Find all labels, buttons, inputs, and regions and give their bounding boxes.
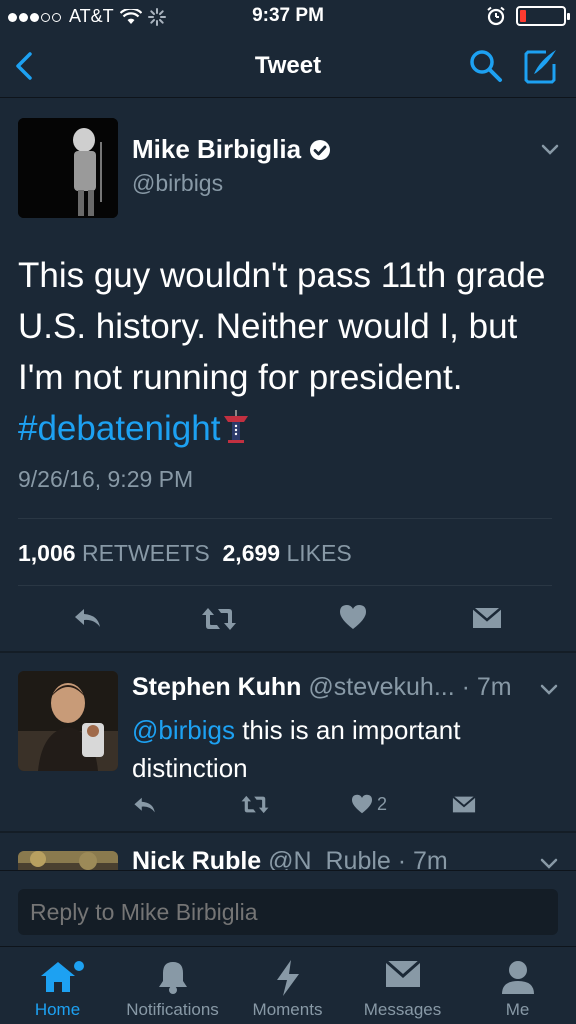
author-handle[interactable]: @birbigs bbox=[132, 170, 223, 197]
status-right bbox=[486, 6, 570, 26]
tab-messages[interactable]: Messages bbox=[345, 947, 460, 1024]
tab-label: Messages bbox=[363, 1000, 442, 1019]
author-name[interactable]: Mike Birbiglia bbox=[132, 134, 301, 165]
like-count[interactable]: 2,699 bbox=[223, 540, 281, 566]
mention-link[interactable]: @birbigs bbox=[132, 715, 235, 745]
search-icon[interactable] bbox=[468, 48, 504, 84]
podium-emoji-icon bbox=[224, 410, 249, 443]
compose-icon[interactable] bbox=[520, 46, 560, 86]
reply-author-name[interactable]: Nick Ruble bbox=[132, 847, 261, 870]
lightning-icon bbox=[276, 960, 299, 996]
reply-author-name[interactable]: Stephen Kuhn bbox=[132, 673, 301, 701]
retweet-label[interactable]: RETWEETS bbox=[82, 540, 210, 566]
tab-bar: Home Notifications Moments Messages Me bbox=[0, 946, 576, 1024]
tab-label: Moments bbox=[252, 1000, 323, 1019]
tweet-text: This guy wouldn't pass 11th grade U.S. h… bbox=[18, 250, 563, 454]
reply-handle-time[interactable]: @stevekuh... · 7m bbox=[308, 673, 511, 701]
tab-home[interactable]: Home bbox=[0, 947, 115, 1024]
reply-tweet[interactable]: Stephen Kuhn @stevekuh... · 7m @birbigs … bbox=[0, 653, 576, 831]
tab-me[interactable]: Me bbox=[460, 947, 575, 1024]
reply-input[interactable] bbox=[18, 889, 558, 935]
tab-label: Notifications bbox=[126, 1000, 219, 1019]
heart-icon[interactable] bbox=[351, 794, 373, 814]
chevron-down-icon[interactable] bbox=[540, 142, 560, 156]
nav-bar: Tweet bbox=[0, 34, 576, 98]
reply-icon[interactable] bbox=[72, 606, 104, 630]
author-name-row: Mike Birbiglia bbox=[132, 134, 331, 165]
home-icon bbox=[40, 962, 75, 992]
chevron-down-icon[interactable] bbox=[540, 857, 558, 869]
tweet-body: This guy wouldn't pass 11th grade U.S. h… bbox=[18, 256, 546, 397]
bell-icon bbox=[158, 962, 187, 994]
envelope-icon bbox=[384, 959, 421, 987]
avatar[interactable] bbox=[18, 851, 118, 870]
tweet-actions bbox=[0, 604, 576, 634]
verified-badge-icon bbox=[310, 139, 331, 160]
reply-header: Stephen Kuhn @stevekuh... · 7m bbox=[132, 673, 512, 702]
battery-icon bbox=[516, 6, 570, 26]
tweet-timestamp: 9/26/16, 9:29 PM bbox=[18, 466, 194, 492]
chevron-down-icon[interactable] bbox=[540, 683, 558, 695]
reply-bar bbox=[0, 870, 576, 946]
reply-handle-time[interactable]: @N_Ruble · 7m bbox=[268, 847, 448, 870]
avatar-image bbox=[18, 671, 118, 771]
hashtag-link[interactable]: #debatenight bbox=[18, 409, 220, 448]
avatar-image bbox=[18, 118, 118, 218]
avatar[interactable] bbox=[18, 671, 118, 771]
tab-moments[interactable]: Moments bbox=[230, 947, 345, 1024]
avatar[interactable] bbox=[18, 118, 118, 218]
retweet-count[interactable]: 1,006 bbox=[18, 540, 76, 566]
divider bbox=[18, 585, 552, 586]
reply-icon[interactable] bbox=[132, 795, 158, 815]
reply-like-count: 2 bbox=[377, 794, 388, 814]
tweet-stats: 1,006 RETWEETS 2,699 LIKES bbox=[18, 540, 352, 567]
like-label[interactable]: LIKES bbox=[286, 540, 351, 566]
main-tweet: Mike Birbiglia @birbigs This guy wouldn'… bbox=[0, 98, 576, 651]
reply-tweet[interactable]: Nick Ruble @N_Ruble · 7m bbox=[0, 833, 576, 870]
new-content-dot bbox=[74, 961, 84, 971]
alarm-clock-icon bbox=[487, 6, 505, 26]
direct-message-icon[interactable] bbox=[472, 606, 502, 630]
tab-label: Home bbox=[34, 1000, 81, 1019]
direct-message-icon[interactable] bbox=[452, 795, 476, 814]
heart-icon[interactable] bbox=[339, 604, 367, 630]
reply-header: Nick Ruble @N_Ruble · 7m bbox=[132, 847, 448, 870]
retweet-icon[interactable] bbox=[240, 794, 270, 815]
avatar-image bbox=[18, 851, 118, 870]
person-icon bbox=[501, 961, 534, 994]
divider bbox=[18, 518, 552, 519]
status-bar: AT&T 9:37 PM bbox=[0, 0, 576, 34]
retweet-icon[interactable] bbox=[200, 606, 238, 632]
tab-label: Me bbox=[505, 1000, 530, 1019]
reply-text: @birbigs this is an important distinctio… bbox=[132, 711, 552, 787]
tab-notifications[interactable]: Notifications bbox=[115, 947, 230, 1024]
